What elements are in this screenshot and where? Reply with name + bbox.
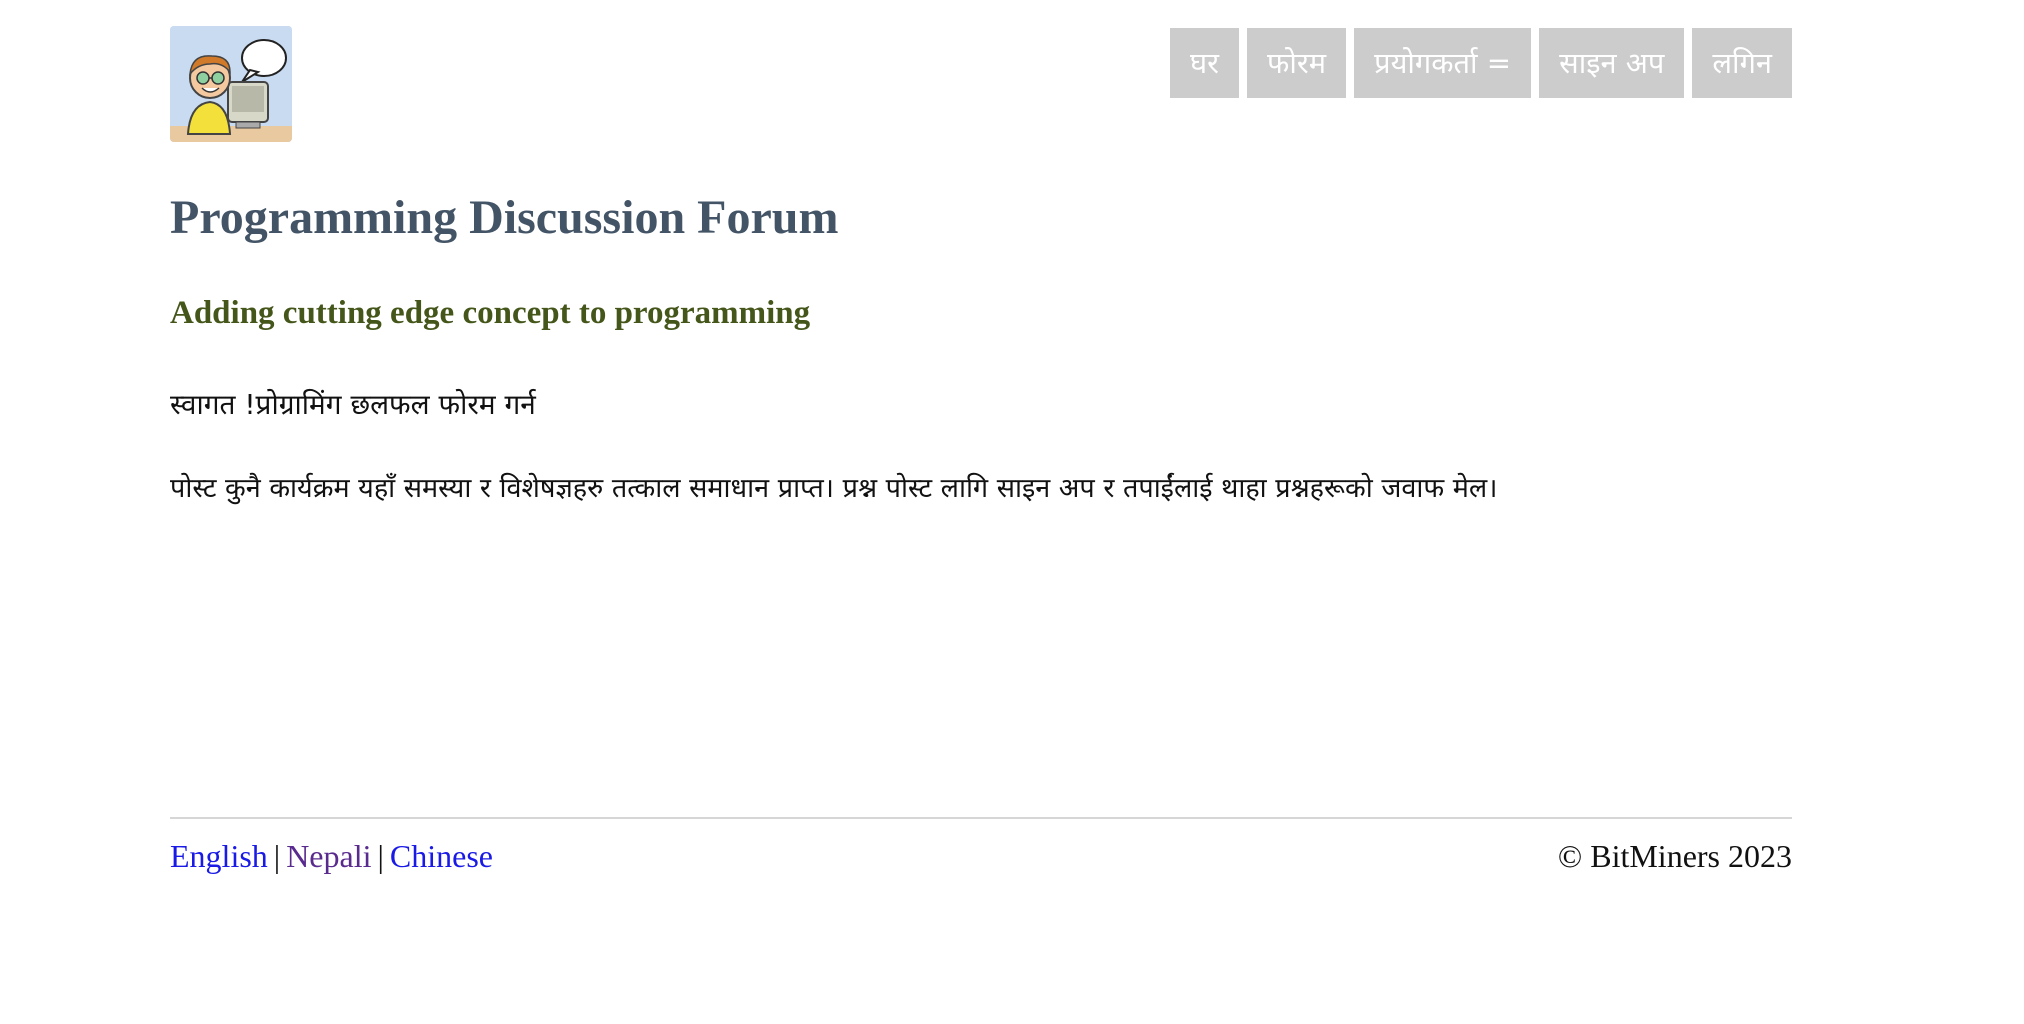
nav-item-users[interactable]: प्रयोगकर्ता = [1354, 28, 1532, 98]
nav-item-forum[interactable]: फोरम [1247, 28, 1347, 98]
footer-divider [170, 817, 1792, 819]
main-nav: घर फोरम प्रयोगकर्ता = साइन अप लगिन [1170, 28, 1792, 98]
nav-item-login[interactable]: लगिन [1692, 28, 1792, 98]
language-switcher: English | Nepali | Chinese [170, 838, 493, 875]
page: घर फोरम प्रयोगकर्ता = साइन अप लगिन Progr… [0, 0, 2024, 1024]
nav-item-home[interactable]: घर [1170, 28, 1240, 98]
language-link-english[interactable]: English [170, 838, 268, 874]
welcome-text: स्वागत !प्रोग्रामिंग छलफल फोरम गर्न [170, 388, 536, 421]
language-link-chinese[interactable]: Chinese [390, 838, 493, 874]
language-separator: | [377, 838, 384, 874]
page-title: Programming Discussion Forum [170, 191, 839, 244]
copyright-text: © BitMiners 2023 [1557, 838, 1792, 874]
intro-text: पोस्ट कुनै कार्यक्रम यहाँ समस्या र विशेष… [170, 473, 1498, 504]
programmer-logo-icon [170, 26, 292, 142]
page-tagline: Adding cutting edge concept to programmi… [170, 295, 811, 331]
nav-item-signup[interactable]: साइन अप [1539, 28, 1685, 98]
language-link-nepali[interactable]: Nepali [286, 838, 371, 874]
language-separator: | [273, 838, 281, 874]
site-logo[interactable] [170, 26, 292, 142]
